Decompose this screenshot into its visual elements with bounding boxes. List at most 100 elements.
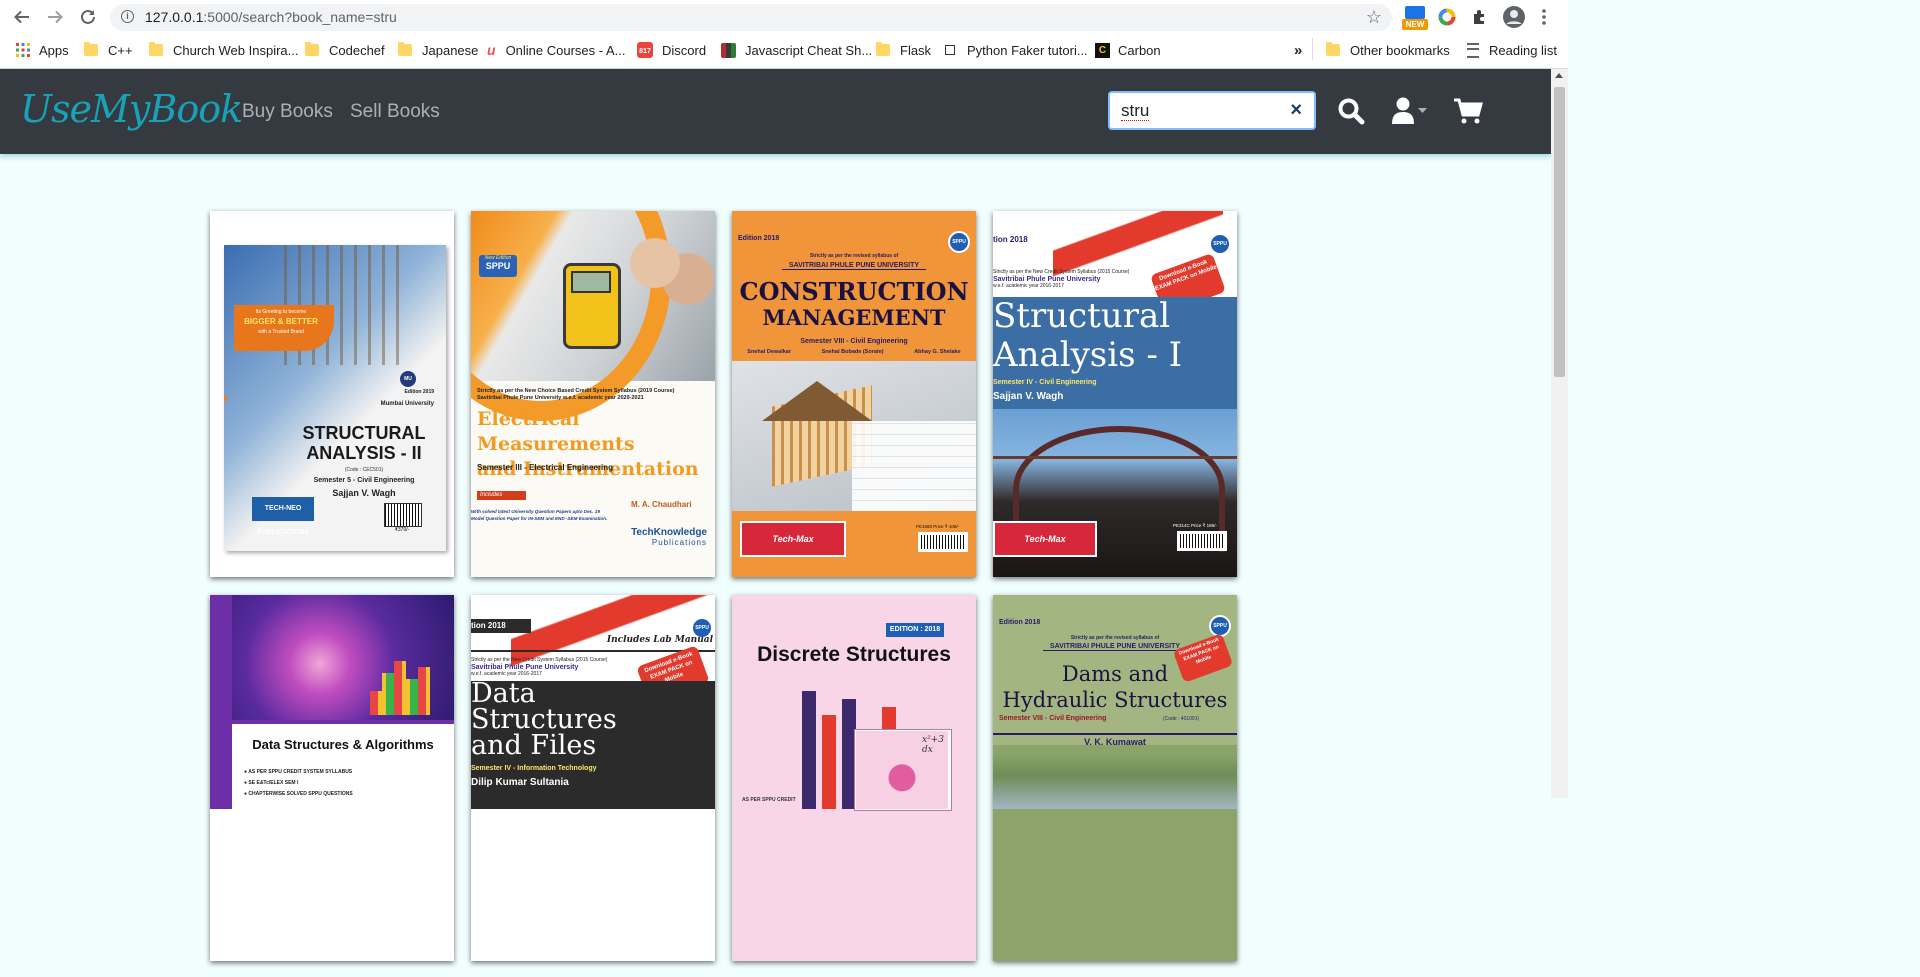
book-card[interactable]: New Edition SPPU Strictly as per the New…: [471, 211, 715, 577]
syllabus: Strictly as per the revised syllabus of: [809, 253, 899, 259]
semester: Semester VIII - Civil Engineering: [800, 338, 908, 345]
book-title: Data Structures and Files: [471, 678, 617, 761]
sppu-badge: SPPU: [1209, 233, 1231, 255]
book-cover: Data Structures & Algorithms ● AS PER SP…: [210, 595, 454, 961]
bookmark-online-courses[interactable]: u Online Courses - A...: [487, 41, 626, 59]
site-info-icon[interactable]: i: [121, 10, 134, 23]
book-card[interactable]: tion 2018 SPPU Includes Lab Manual Stric…: [471, 595, 715, 961]
includes-tag: Includes: [477, 491, 526, 500]
reading-list-icon: [1467, 42, 1479, 58]
edition: Edition 2018: [738, 235, 780, 242]
scrollbar-thumb[interactable]: [1554, 87, 1565, 377]
reload-icon[interactable]: [76, 5, 100, 29]
semester: Semester III - Electrical Engineering: [477, 463, 614, 472]
page-scrollbar[interactable]: [1551, 69, 1568, 798]
mu-logo-icon: MU: [400, 371, 416, 387]
edition: tion 2018: [993, 235, 1028, 244]
book-cover: Edition 2018 SPPU Strictly as per the re…: [993, 595, 1237, 961]
carbon-icon: C: [1095, 42, 1110, 58]
formula-decoration: x²+3 dx: [922, 735, 944, 755]
search-input[interactable]: stru ×: [1108, 91, 1316, 130]
reading-list[interactable]: Reading list: [1467, 41, 1557, 59]
url-text: 127.0.0.1:5000/search?book_name=stru: [145, 9, 397, 25]
scroll-up-arrow-icon[interactable]: [1555, 73, 1563, 78]
edition: Edition 2019: [404, 389, 434, 395]
barcode-icon: [918, 532, 968, 552]
publisher-logo: TechKnowledge Publications: [631, 527, 707, 547]
back-icon[interactable]: [10, 5, 34, 29]
book-title: CONSTRUCTION MANAGEMENT: [739, 277, 969, 331]
tagline-a: Its Greeting to become: [255, 309, 307, 315]
color-wheel-extension-icon[interactable]: [1438, 8, 1456, 31]
address-bar[interactable]: i 127.0.0.1:5000/search?book_name=stru ☆: [110, 4, 1392, 31]
bookmark-star-icon[interactable]: ☆: [1366, 7, 1382, 28]
bookmark-other[interactable]: Other bookmarks: [1326, 41, 1450, 59]
publisher-logo: Tech-Max: [993, 521, 1097, 557]
profile-avatar-icon[interactable]: [1502, 5, 1526, 34]
sppu-badge: SPPU: [1209, 615, 1231, 637]
bookmark-apps[interactable]: Apps: [16, 41, 69, 59]
new-badge: NEW: [1402, 19, 1428, 30]
forward-icon[interactable]: [43, 5, 67, 29]
book-cover: EDITION : 2018 Discrete Structures x²+3 d…: [732, 595, 976, 961]
code: (Code : 401001): [1163, 716, 1200, 722]
syllabus: Strictly as per the New Credit System Sy…: [471, 657, 608, 677]
book-card[interactable]: Edition 2018 SPPU Strictly as per the re…: [732, 211, 976, 577]
nav-buy-books[interactable]: Buy Books: [242, 101, 333, 123]
bookmarks-overflow[interactable]: »: [1294, 41, 1302, 59]
site-logo[interactable]: UseMyBook: [20, 87, 243, 131]
semester: Semester VIII - Civil Engineering: [999, 715, 1107, 722]
book-title: Structural Analysis - I: [993, 296, 1183, 375]
tagline-b: BIGGER & BETTER: [244, 317, 318, 326]
nav-sell-books[interactable]: Sell Books: [350, 101, 440, 123]
search-input-value: stru: [1121, 101, 1150, 121]
new-extension-icon[interactable]: NEW: [1402, 5, 1428, 31]
author: Sajjan V. Wagh: [993, 391, 1064, 402]
semester: Semester IV - Information Technology: [471, 765, 597, 772]
book-title: Discrete Structures: [757, 643, 951, 666]
book-title: Dams and Hydraulic Structures: [1002, 662, 1228, 712]
barcode-icon: [1177, 531, 1227, 551]
book-card[interactable]: Edition 2018 SPPU Strictly as per the re…: [993, 595, 1237, 961]
clear-search-icon[interactable]: ×: [1290, 99, 1302, 122]
book-title: Data Structures & Algorithms: [252, 737, 434, 752]
price: PE314C Price ₹ 185/-: [1173, 523, 1217, 528]
bookmark-discord[interactable]: 817 Discord: [637, 41, 706, 59]
bookmark-carbon[interactable]: C Carbon: [1095, 41, 1161, 59]
book-title: STRUCTURAL ANALYSIS - II: [302, 423, 426, 463]
publisher-logo: TECH-NEO PUBLICATIONS: [252, 497, 314, 536]
bookmark-js-cheatsheet[interactable]: Javascript Cheat Sh...: [721, 41, 872, 59]
edition: EDITION : 2018: [886, 623, 944, 637]
page-icon: [945, 45, 955, 55]
book-card[interactable]: Data Structures & Algorithms ● AS PER SP…: [210, 595, 454, 961]
user-dropdown-icon[interactable]: [1391, 97, 1431, 130]
folder-icon: [149, 42, 163, 56]
bookmark-japanese[interactable]: Japanese: [398, 41, 478, 59]
cart-icon[interactable]: [1453, 97, 1483, 130]
price: ₹370/-: [394, 527, 410, 533]
folder-icon: [876, 42, 890, 56]
bookmark-python-faker[interactable]: Python Faker tutori...: [945, 41, 1088, 59]
book-card[interactable]: Its Greeting to become BIGGER & BETTER w…: [210, 211, 454, 577]
folder-icon: [1326, 42, 1340, 56]
browser-menu-icon[interactable]: [1540, 8, 1548, 31]
semester: Semester IV - Civil Engineering: [993, 379, 1097, 386]
bookmark-flask[interactable]: Flask: [876, 41, 931, 59]
discord-icon: 817: [637, 42, 653, 58]
syllabus: Strictly as per the New Credit System Sy…: [993, 269, 1130, 289]
book-card[interactable]: EDITION : 2018 Discrete Structures x²+3 d…: [732, 595, 976, 961]
extensions-puzzle-icon[interactable]: [1471, 8, 1489, 31]
folder-icon: [398, 42, 412, 56]
bookmark-codechef[interactable]: Codechef: [305, 41, 385, 59]
bookmark-cpp[interactable]: C++: [84, 41, 133, 59]
bookmark-church-web[interactable]: Church Web Inspira...: [149, 41, 298, 59]
lab-manual: Includes Lab Manual: [606, 635, 713, 645]
book-card[interactable]: tion 2018 SPPU Strictly as per the New C…: [993, 211, 1237, 577]
search-icon[interactable]: [1337, 97, 1365, 130]
footer: AS PER SPPU CREDIT: [742, 797, 796, 803]
university: SAVITRIBAI PHULE PUNE UNIVERSITY: [782, 262, 926, 270]
university: SAVITRIBAI PHULE PUNE UNIVERSITY: [1043, 643, 1187, 651]
sppu-new-edition-badge: New Edition SPPU: [479, 255, 517, 277]
book-cover: Edition 2018 SPPU Strictly as per the re…: [732, 211, 976, 577]
code: (Code : CEC501): [344, 467, 384, 473]
